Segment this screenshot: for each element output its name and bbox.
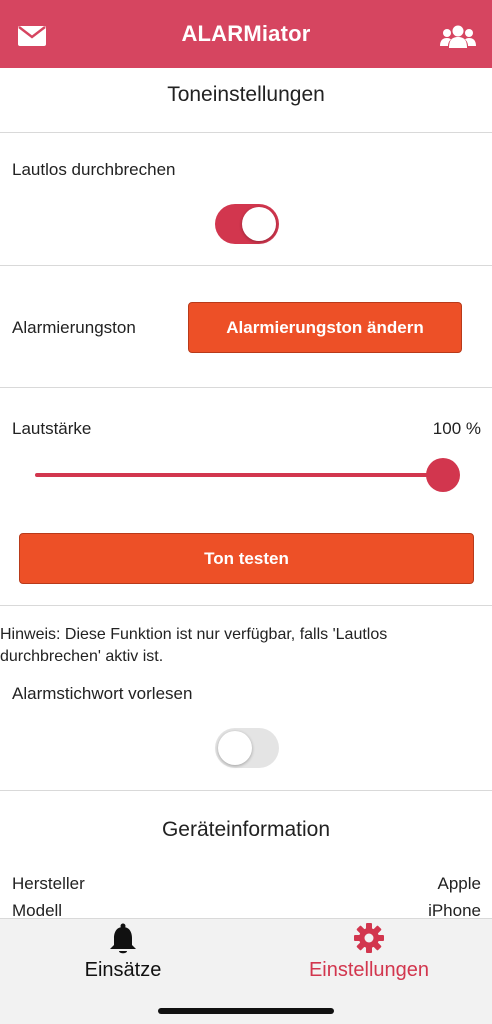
tab-label: Einstellungen [308, 959, 430, 981]
silent-override-toggle[interactable] [215, 204, 279, 244]
alarm-tone-label: Alarmierungston [12, 318, 136, 337]
divider [0, 790, 492, 791]
silent-override-label: Lautlos durchbrechen [12, 160, 176, 179]
tone-settings-title: Toneinstellungen [167, 83, 325, 106]
change-alarm-tone-button[interactable]: Alarmierungston ändern [188, 302, 462, 353]
volume-slider-track[interactable] [35, 473, 445, 477]
group-icon[interactable] [440, 24, 476, 50]
toggle-knob [242, 207, 276, 241]
divider [0, 605, 492, 606]
volume-slider-knob[interactable] [426, 458, 460, 492]
volume-value: 100 % [432, 419, 481, 438]
app-header: ALARMiator [0, 0, 492, 68]
volume-label: Lautstärke [12, 419, 92, 438]
tab-einstellungen[interactable]: Einstellungen [246, 919, 492, 989]
bell-icon [108, 923, 138, 954]
divider [0, 387, 492, 388]
mail-icon[interactable] [18, 26, 46, 46]
read-keyword-label: Alarmstichwort vorlesen [12, 684, 193, 703]
hint-text: Hinweis: Diese Funktion ist nur verfügba… [0, 626, 388, 665]
manufacturer-value: Apple [437, 874, 481, 893]
test-tone-button[interactable]: Ton testen [19, 533, 474, 584]
toggle-knob [218, 731, 252, 765]
manufacturer-label: Hersteller [12, 874, 85, 893]
divider [0, 132, 492, 133]
home-indicator[interactable] [158, 1008, 334, 1014]
gear-icon [354, 923, 384, 953]
device-info-title: Geräteinformation [161, 818, 331, 841]
divider [0, 265, 492, 266]
read-keyword-toggle[interactable] [215, 728, 279, 768]
tab-einsaetze[interactable]: Einsätze [0, 919, 246, 989]
app-title: ALARMiator [181, 21, 311, 46]
tab-label: Einsätze [84, 959, 162, 981]
